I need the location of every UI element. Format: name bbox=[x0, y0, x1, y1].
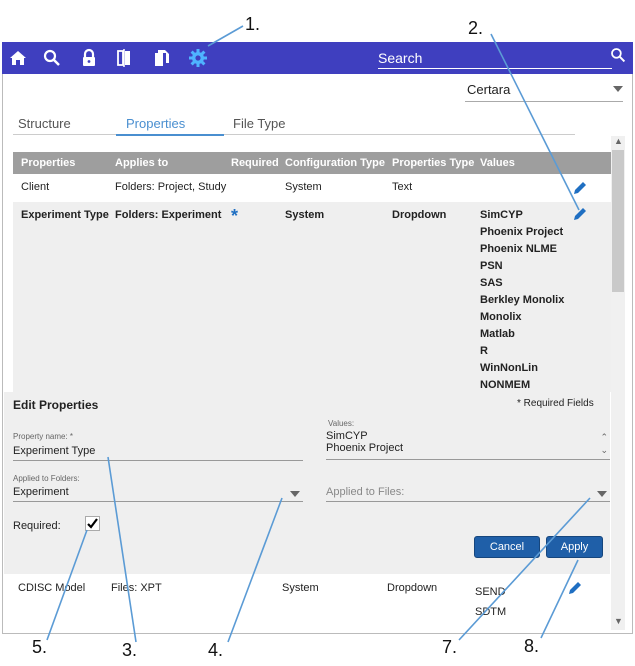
scroll-up-icon[interactable]: ⌃ bbox=[600, 432, 608, 443]
cell-config-type: System bbox=[285, 181, 322, 193]
cell-values: SimCYP Phoenix Project Phoenix NLME PSN … bbox=[480, 207, 564, 394]
search-submit-icon[interactable] bbox=[610, 47, 632, 67]
applied-folders-value: Experiment bbox=[13, 486, 69, 498]
value-item: Phoenix Project bbox=[480, 226, 564, 238]
edit-panel-title: Edit Properties bbox=[13, 398, 99, 412]
required-asterisk-icon: * bbox=[231, 206, 239, 226]
callout-5: 5. bbox=[32, 637, 48, 657]
value-item: Phoenix NLME bbox=[480, 243, 558, 255]
compare-icon[interactable] bbox=[114, 48, 136, 68]
scroll-up-icon[interactable]: ▲ bbox=[614, 136, 623, 146]
properties-table-header: Properties Applies to Required Configura… bbox=[13, 152, 611, 174]
tab-file-type[interactable]: File Type bbox=[233, 116, 286, 131]
callout-1: 1. bbox=[245, 14, 261, 34]
cell-property: Experiment Type bbox=[21, 209, 109, 221]
value-item: SAS bbox=[480, 277, 503, 289]
applied-folders-label: Applied to Folders: bbox=[13, 474, 80, 483]
cell-prop-type: Text bbox=[392, 181, 413, 193]
tab-properties[interactable]: Properties bbox=[116, 116, 224, 136]
values-textarea[interactable]: SimCYP Phoenix Project ⌃ ⌄ bbox=[326, 430, 610, 460]
value-item: SimCYP bbox=[480, 209, 523, 221]
home-icon[interactable] bbox=[8, 48, 30, 68]
value-item: WinNonLin bbox=[480, 362, 538, 374]
values-label: Values: bbox=[328, 419, 355, 428]
checkmark-icon bbox=[87, 518, 98, 529]
search-input[interactable] bbox=[378, 47, 612, 69]
table-scrollbar-thumb[interactable] bbox=[612, 150, 624, 292]
applied-files-placeholder: Applied to Files: bbox=[326, 486, 405, 498]
cell-applies-to: Folders: Project, Study bbox=[115, 181, 227, 193]
callout-8: 8. bbox=[524, 636, 540, 656]
edit-pencil-icon[interactable] bbox=[567, 580, 583, 596]
callout-3: 3. bbox=[122, 640, 138, 660]
callout-2: 2. bbox=[468, 18, 484, 38]
edit-pencil-icon[interactable] bbox=[572, 180, 588, 196]
value-item: R bbox=[480, 345, 488, 357]
header-required[interactable]: Required bbox=[231, 157, 279, 169]
cell-property: CDISC Model bbox=[18, 582, 86, 594]
table-row[interactable]: Client Folders: Project, Study System Te… bbox=[13, 176, 611, 200]
value-item: PSN bbox=[480, 260, 503, 272]
value-item: Matlab bbox=[480, 328, 515, 340]
documents-icon[interactable] bbox=[152, 48, 174, 68]
gear-icon[interactable] bbox=[188, 48, 210, 68]
cancel-button[interactable]: Cancel bbox=[474, 536, 540, 558]
edit-pencil-icon[interactable] bbox=[572, 206, 588, 222]
header-configuration-type[interactable]: Configuration Type bbox=[285, 157, 385, 169]
chevron-down-icon bbox=[290, 491, 300, 497]
tab-structure[interactable]: Structure bbox=[18, 116, 71, 131]
scroll-down-icon[interactable]: ▼ bbox=[614, 616, 623, 626]
cell-applies-to: Files: XPT bbox=[111, 582, 162, 594]
tab-bar: Structure Properties File Type bbox=[13, 113, 575, 136]
cell-values: SEND SDTM bbox=[475, 582, 506, 622]
cell-applies-to: Folders: Experiment bbox=[115, 209, 222, 221]
cell-config-type: System bbox=[285, 209, 325, 221]
applied-folders-select[interactable]: Experiment bbox=[13, 486, 303, 502]
header-properties[interactable]: Properties bbox=[21, 157, 75, 169]
header-applies-to[interactable]: Applies to bbox=[115, 157, 168, 169]
tenant-select[interactable]: Certara bbox=[465, 80, 623, 102]
callout-7: 7. bbox=[442, 637, 458, 657]
top-nav-bar bbox=[2, 42, 633, 74]
cell-prop-type: Dropdown bbox=[387, 582, 438, 594]
values-line: SimCYP bbox=[326, 430, 368, 442]
required-label: Required: bbox=[13, 520, 61, 532]
header-values[interactable]: Values bbox=[480, 157, 515, 169]
value-item: Berkley Monolix bbox=[480, 294, 565, 306]
value-item: SDTM bbox=[475, 606, 507, 618]
apply-button[interactable]: Apply bbox=[546, 536, 603, 558]
required-fields-note: * Required Fields bbox=[517, 398, 594, 409]
cell-property: Client bbox=[21, 181, 50, 193]
applied-files-select[interactable]: Applied to Files: bbox=[326, 486, 610, 502]
required-checkbox[interactable] bbox=[85, 516, 100, 531]
search-icon[interactable] bbox=[42, 48, 64, 68]
header-properties-type[interactable]: Properties Type bbox=[392, 157, 474, 169]
scroll-down-icon[interactable]: ⌄ bbox=[600, 445, 608, 456]
table-row[interactable]: CDISC Model Files: XPT System Dropdown S… bbox=[13, 576, 611, 628]
lock-icon[interactable] bbox=[79, 48, 101, 68]
chevron-down-icon bbox=[597, 491, 607, 497]
value-item: Monolix bbox=[480, 311, 522, 323]
value-item: SEND bbox=[475, 586, 506, 598]
cell-prop-type: Dropdown bbox=[392, 209, 447, 221]
cell-config-type: System bbox=[282, 582, 319, 594]
property-name-label: Property name: * bbox=[13, 432, 74, 441]
callout-4: 4. bbox=[208, 640, 224, 660]
property-name-field[interactable]: Experiment Type bbox=[13, 445, 303, 461]
chevron-down-icon bbox=[613, 86, 623, 92]
values-line: Phoenix Project bbox=[326, 442, 404, 454]
table-row-selected[interactable]: Experiment Type Folders: Experiment * Sy… bbox=[13, 202, 611, 392]
tenant-select-value: Certara bbox=[467, 82, 511, 97]
